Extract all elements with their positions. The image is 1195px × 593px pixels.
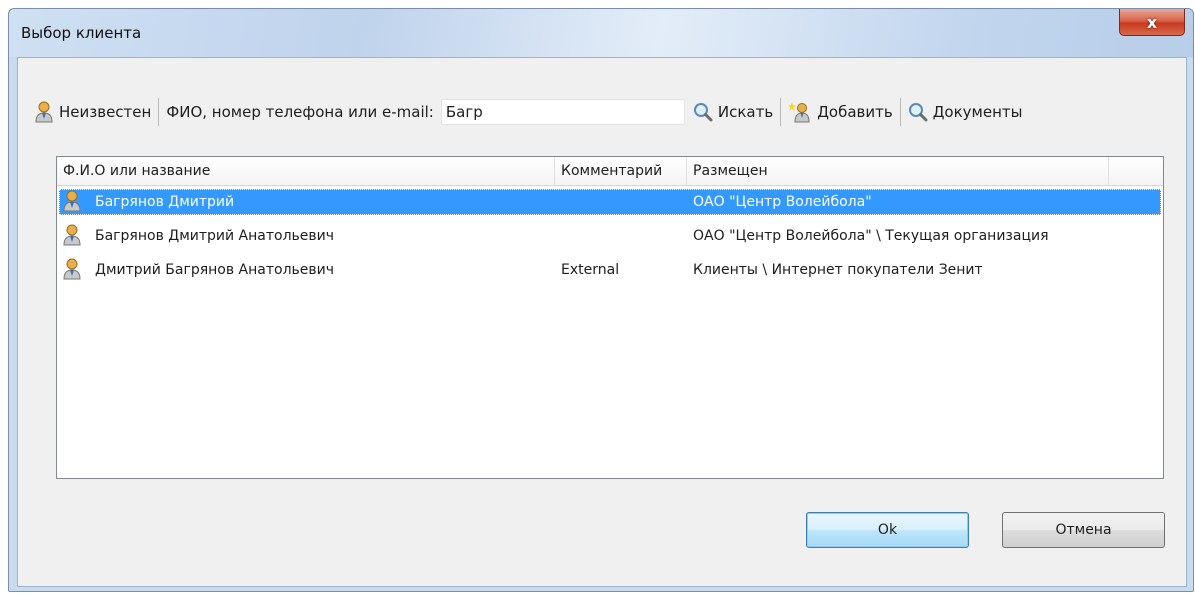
cancel-button-label: Отмена [1055, 522, 1112, 538]
cell-location: ОАО "Центр Волейбола" \ Текущая организа… [693, 228, 1049, 244]
table-row[interactable]: Багрянов Дмитрий Анатольевич ОАО "Центр … [59, 223, 1161, 249]
search-label: ФИО, номер телефона или e-mail: [166, 103, 434, 121]
dialog-window: Выбор клиента x Неизвестен ФИО, номер те… [8, 8, 1194, 592]
add-button-label: Добавить [817, 103, 893, 121]
column-header-filler [1109, 157, 1163, 185]
user-icon [63, 258, 81, 280]
unknown-client-button[interactable]: Неизвестен [34, 101, 151, 123]
search-button[interactable]: Искать [693, 102, 773, 122]
close-icon: x [1146, 12, 1158, 32]
toolbar-separator [780, 98, 782, 126]
user-icon [63, 224, 81, 246]
unknown-client-label: Неизвестен [59, 103, 152, 121]
cell-comment: External [561, 262, 620, 278]
close-button[interactable]: x [1119, 9, 1185, 36]
toolbar-separator [899, 98, 901, 126]
add-user-icon [788, 102, 810, 123]
list-header: Ф.И.О или название Комментарий Размещен [57, 157, 1163, 186]
toolbar: Неизвестен ФИО, номер телефона или e-mai… [34, 94, 1182, 130]
ok-button[interactable]: Ok [806, 512, 969, 548]
search-icon [908, 103, 928, 122]
column-header-comment[interactable]: Комментарий [555, 157, 687, 185]
cell-name: Дмитрий Багрянов Анатольевич [95, 262, 335, 278]
cell-location: ОАО "Центр Волейбола" [693, 194, 872, 210]
table-row[interactable]: Дмитрий Багрянов Анатольевич External Кл… [59, 257, 1161, 283]
table-row[interactable]: Багрянов Дмитрий ОАО "Центр Волейбола" [59, 189, 1161, 215]
column-header-location[interactable]: Размещен [687, 157, 1109, 185]
cancel-button[interactable]: Отмена [1002, 512, 1165, 548]
search-input[interactable] [440, 99, 685, 125]
ok-button-label: Ok [877, 522, 898, 538]
window-title: Выбор клиента [21, 24, 142, 42]
search-icon [693, 103, 713, 122]
user-icon [35, 101, 53, 123]
add-button[interactable]: Добавить [788, 101, 893, 123]
dialog-body: Неизвестен ФИО, номер телефона или e-mai… [17, 57, 1187, 587]
column-header-name[interactable]: Ф.И.О или название [57, 157, 555, 185]
cell-name: Багрянов Дмитрий Анатольевич [95, 228, 335, 244]
documents-button-label: Документы [932, 103, 1023, 121]
search-button-label: Искать [717, 103, 774, 121]
cell-name: Багрянов Дмитрий [95, 194, 235, 210]
documents-button[interactable]: Документы [908, 102, 1023, 122]
cell-location: Клиенты \ Интернет покупатели Зенит [693, 262, 983, 278]
client-list[interactable]: Ф.И.О или название Комментарий Размещен … [56, 156, 1164, 479]
user-icon [63, 190, 81, 212]
title-bar[interactable]: Выбор клиента x [9, 9, 1193, 57]
toolbar-separator [158, 98, 160, 126]
